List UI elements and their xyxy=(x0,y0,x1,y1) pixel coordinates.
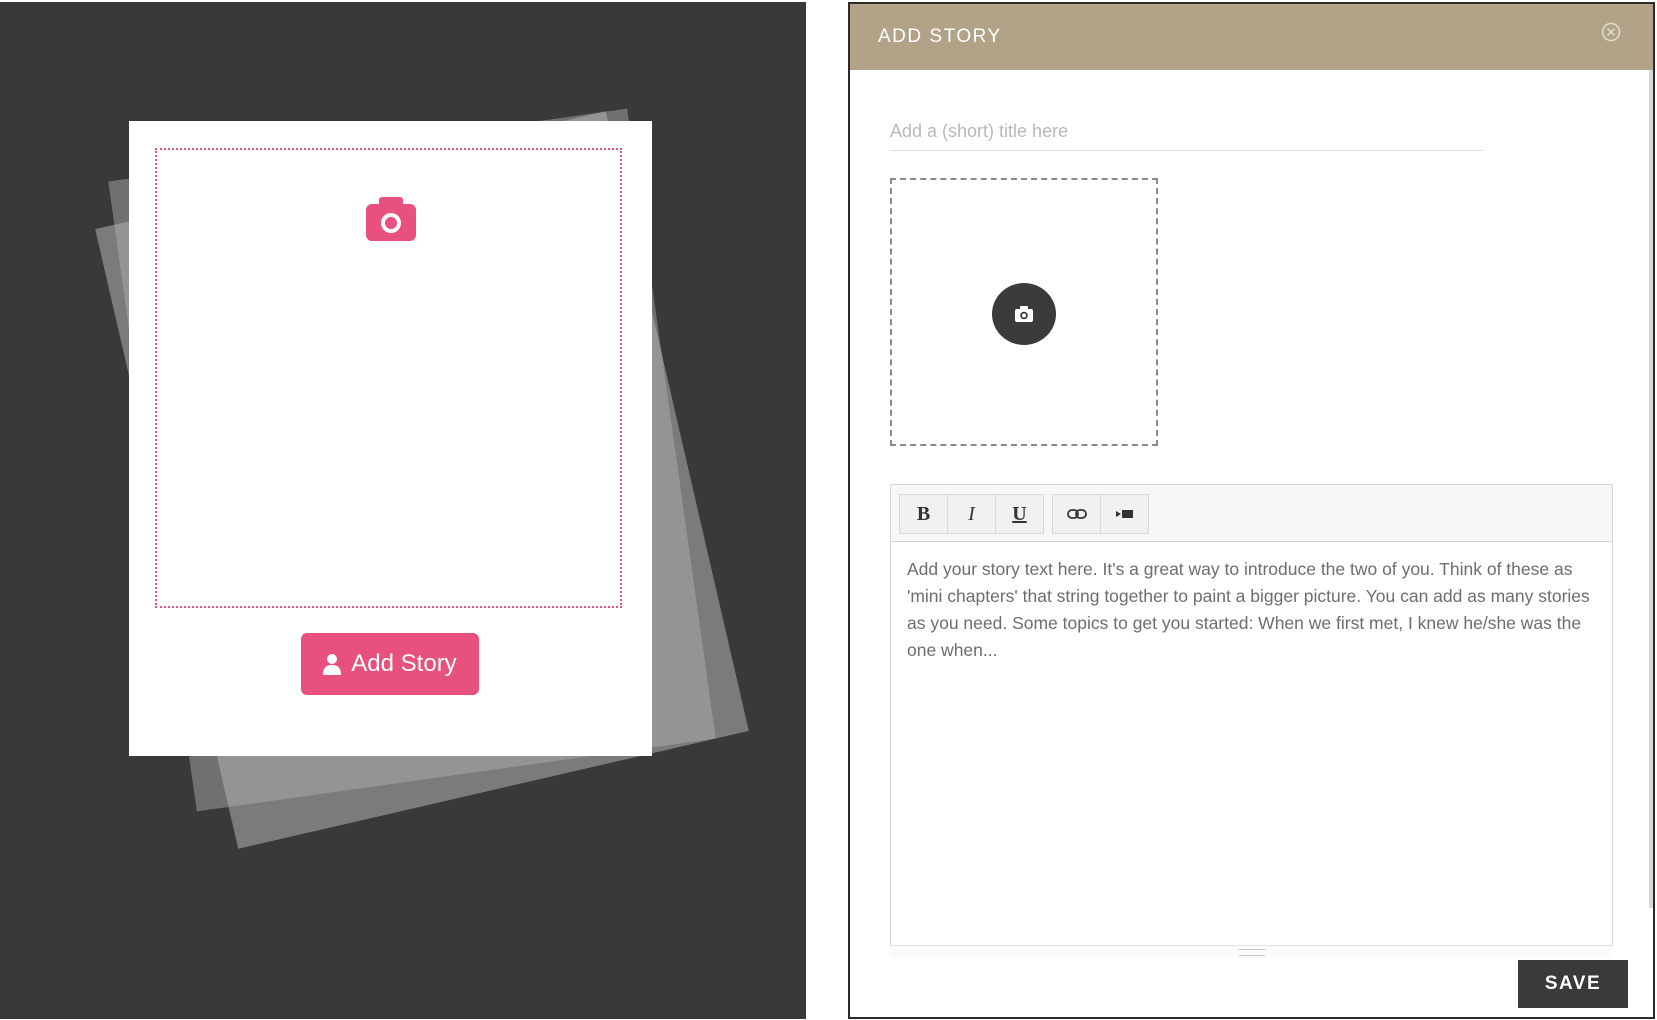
insert-button-group xyxy=(1052,494,1149,534)
save-button[interactable]: SAVE xyxy=(1518,960,1628,1008)
user-icon xyxy=(323,654,342,675)
image-upload-zone[interactable] xyxy=(890,178,1158,446)
modal-scrollbar[interactable] xyxy=(1649,70,1653,908)
underline-button[interactable]: U xyxy=(996,495,1043,533)
add-story-modal: ADD STORY B I U xyxy=(848,2,1655,1019)
video-icon xyxy=(1115,510,1133,518)
camera-icon[interactable] xyxy=(366,197,416,241)
editor-resize-handle[interactable] xyxy=(890,945,1613,958)
close-icon[interactable] xyxy=(1601,22,1621,42)
add-story-label: Add Story xyxy=(351,650,457,677)
bold-button[interactable]: B xyxy=(900,495,948,533)
italic-button[interactable]: I xyxy=(948,495,996,533)
story-preview-panel: Add Story xyxy=(0,2,806,1019)
add-story-button[interactable]: Add Story xyxy=(301,633,479,695)
story-editor: B I U Add your story text here. It's a g… xyxy=(890,484,1613,956)
editor-toolbar: B I U xyxy=(891,485,1612,542)
resize-grip-icon xyxy=(1239,949,1265,956)
story-text-area[interactable]: Add your story text here. It's a great w… xyxy=(891,542,1612,955)
modal-header: ADD STORY xyxy=(850,4,1653,70)
story-title-input[interactable] xyxy=(890,112,1484,151)
story-card: Add Story xyxy=(129,121,652,756)
link-icon xyxy=(1066,509,1087,519)
format-button-group: B I U xyxy=(899,494,1044,534)
camera-icon xyxy=(1015,306,1033,322)
video-button[interactable] xyxy=(1101,495,1148,533)
modal-title: ADD STORY xyxy=(878,26,1002,47)
link-button[interactable] xyxy=(1053,495,1101,533)
photo-drop-zone[interactable] xyxy=(155,148,622,608)
upload-photo-button[interactable] xyxy=(992,283,1056,345)
